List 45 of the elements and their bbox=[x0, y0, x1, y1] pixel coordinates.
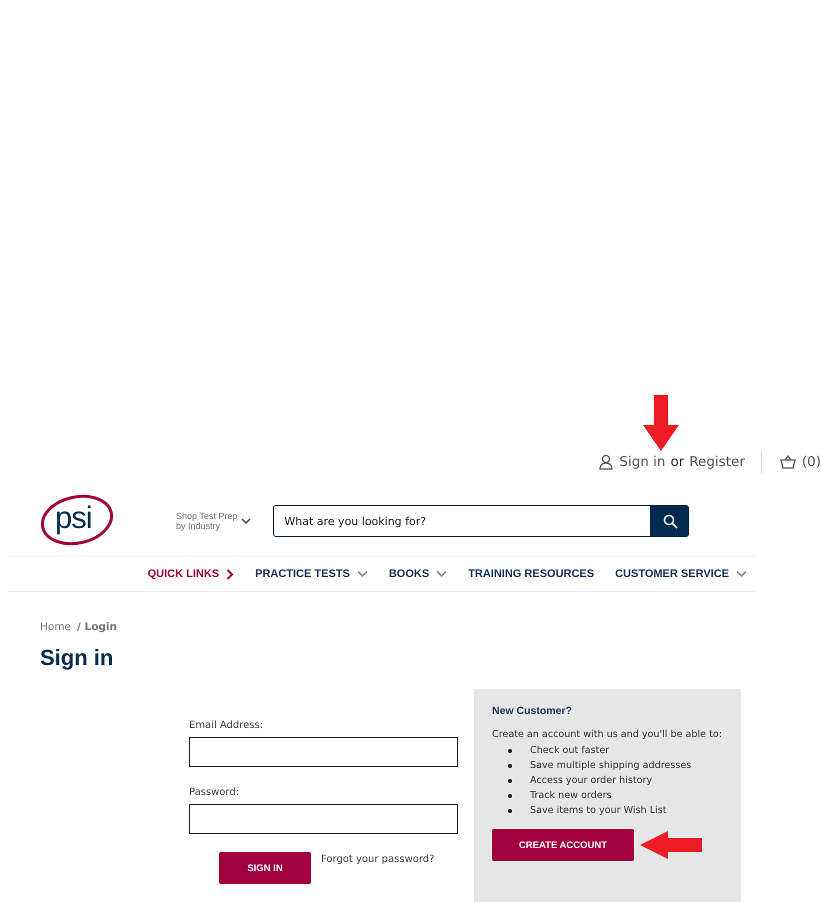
nav-menu-item[interactable]: PRACTICE TESTS bbox=[255, 568, 368, 580]
nav-menu-item[interactable]: BOOKS bbox=[388, 568, 448, 580]
search-field[interactable]: What are you looking for? bbox=[273, 505, 652, 537]
sign-in-link[interactable]: Sign in bbox=[619, 454, 666, 470]
nav-menu-item[interactable]: QUICK LINKS bbox=[148, 568, 234, 580]
user-icon bbox=[599, 454, 614, 470]
annotation-down-arrow bbox=[643, 395, 679, 451]
nav-menu-item[interactable]: TRAINING RESOURCES bbox=[468, 568, 594, 580]
panel-intro: Create an account with us and you'll be able to: bbox=[492, 729, 723, 740]
register-link[interactable]: Register bbox=[689, 454, 745, 470]
breadcrumb-link[interactable]: Home bbox=[40, 621, 72, 633]
benefit-text: Access your order history bbox=[530, 774, 652, 788]
search-icon bbox=[662, 514, 678, 528]
annotation-left-arrow bbox=[640, 831, 702, 859]
bullet-icon bbox=[508, 808, 512, 812]
bullet-icon bbox=[508, 764, 512, 768]
benefit-text: Save items to your Wish List bbox=[530, 804, 666, 818]
chevron-down-icon bbox=[436, 570, 448, 578]
sign-in-button[interactable]: SIGN IN bbox=[219, 852, 311, 884]
create-account-button[interactable]: CREATE ACCOUNT bbox=[492, 829, 634, 861]
nav-menu-item[interactable]: CUSTOMER SERVICE bbox=[615, 568, 747, 580]
cart-count[interactable]: (0) bbox=[802, 454, 821, 470]
psi-logo[interactable]: psi bbox=[39, 494, 115, 548]
bullet-icon bbox=[508, 778, 512, 782]
password-field[interactable] bbox=[189, 804, 458, 834]
benefit-text: Save multiple shipping addresses bbox=[530, 759, 692, 773]
basket-icon[interactable] bbox=[780, 455, 796, 469]
bullet-icon bbox=[508, 794, 512, 798]
email-field[interactable] bbox=[189, 737, 458, 767]
panel-heading: New Customer? bbox=[492, 705, 573, 717]
page-title: Sign in bbox=[40, 645, 114, 671]
chevron-down-icon bbox=[736, 570, 747, 578]
chevron-down-icon bbox=[241, 518, 252, 524]
benefit-text: Check out faster bbox=[530, 744, 610, 758]
breadcrumb-current: / Login bbox=[77, 621, 118, 633]
benefit-text: Track new orders bbox=[530, 789, 612, 803]
chevron-right-icon bbox=[226, 568, 234, 580]
or-text: or bbox=[670, 454, 684, 470]
bullet-icon bbox=[508, 748, 512, 752]
field-label: Email Address: bbox=[189, 720, 264, 731]
chevron-down-icon bbox=[356, 570, 368, 578]
search-button[interactable] bbox=[651, 505, 690, 537]
forgot-password-link[interactable]: Forgot your password? bbox=[321, 854, 434, 865]
industry-menu[interactable]: Shop Test Prep by Industry bbox=[176, 511, 252, 531]
field-label: Password: bbox=[189, 787, 240, 798]
